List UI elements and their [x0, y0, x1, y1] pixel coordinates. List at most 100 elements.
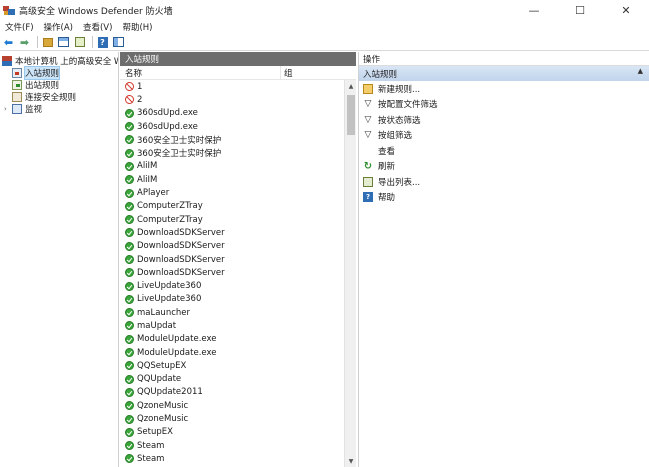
scroll-up-arrow-icon[interactable]: ▲ [345, 80, 357, 92]
table-row[interactable]: QzoneMusic [120, 399, 344, 412]
table-row[interactable]: DownloadSDKServer [120, 266, 344, 279]
show-hide-console-tree-button[interactable] [57, 36, 70, 49]
table-row[interactable]: DownloadSDKServer [120, 240, 344, 253]
menu-view[interactable]: 查看(V) [78, 21, 117, 33]
table-row[interactable]: QQSetupEX [120, 359, 344, 372]
rule-name: ComputerZTray [137, 214, 203, 225]
title-bar: 高级安全 Windows Defender 防火墙 — ☐ ✕ [0, 0, 649, 20]
action-label: 按组筛选 [378, 131, 413, 142]
table-row[interactable]: maUpdat [120, 319, 344, 332]
table-row[interactable]: QQUpdate2011 [120, 386, 344, 399]
table-row[interactable]: 360安全卫士实时保护 [120, 146, 344, 159]
table-row[interactable]: ComputerZTray [120, 200, 344, 213]
monitor-icon [12, 104, 22, 114]
allow-rule-icon [125, 241, 134, 251]
table-row[interactable]: ModuleUpdate.exe [120, 333, 344, 346]
rule-name: ModuleUpdate.exe [137, 347, 217, 358]
rule-name: QQUpdate [137, 374, 182, 385]
rule-name: ModuleUpdate.exe [137, 334, 217, 345]
maximize-button[interactable]: ☐ [557, 0, 603, 20]
table-row[interactable]: AliIM [120, 173, 344, 186]
back-button[interactable]: ⬅ [2, 36, 15, 49]
new-rule-icon [363, 83, 373, 94]
allow-rule-icon [125, 148, 134, 158]
action-item[interactable]: ▽ 按组筛选 [359, 128, 649, 144]
allow-rule-icon [125, 361, 134, 371]
action-pane-icon [113, 37, 124, 47]
table-row[interactable]: SetupEX [120, 426, 344, 439]
table-row[interactable]: APlayer [120, 186, 344, 199]
table-row[interactable]: ComputerZTray [120, 213, 344, 226]
allow-rule-icon [125, 294, 134, 304]
table-row[interactable]: 1 [120, 80, 344, 93]
table-row[interactable]: 360sdUpd.exe [120, 107, 344, 120]
table-row[interactable]: ModuleUpdate.exe [120, 346, 344, 359]
action-label: 查看 [378, 146, 396, 157]
menu-action[interactable]: 操作(A) [39, 21, 78, 33]
column-headers: 名称 组 [120, 65, 356, 80]
export-icon [74, 37, 85, 47]
help-button[interactable]: ? [96, 36, 109, 49]
rule-name: 360安全卫士实时保护 [137, 149, 222, 160]
action-item[interactable]: 查看 [359, 143, 649, 159]
allow-rule-icon [125, 175, 134, 185]
table-row[interactable]: Steam [120, 452, 344, 465]
close-button[interactable]: ✕ [603, 0, 649, 20]
minimize-button[interactable]: — [511, 0, 557, 20]
table-row[interactable]: 2 [120, 93, 344, 106]
table-row[interactable]: LiveUpdate360 [120, 293, 344, 306]
menu-help[interactable]: 帮助(H) [117, 21, 157, 33]
table-row[interactable]: QQUpdate [120, 373, 344, 386]
export-list-icon [363, 176, 373, 187]
table-row[interactable]: Steam [120, 439, 344, 452]
table-row[interactable]: 360安全卫士实时保护 [120, 133, 344, 146]
table-row[interactable]: 360sdUpd.exe [120, 120, 344, 133]
show-action-pane-button[interactable] [112, 36, 125, 49]
scroll-thumb[interactable] [347, 95, 355, 135]
actions-section-label: 入站规则 [363, 69, 398, 80]
allow-rule-icon [125, 374, 134, 384]
table-row[interactable]: maLauncher [120, 306, 344, 319]
table-row[interactable]: AliIM [120, 160, 344, 173]
table-row[interactable]: DownloadSDKServer [120, 253, 344, 266]
tree-item-inbound-rules[interactable]: 入站规则 [0, 66, 118, 80]
export-button[interactable] [73, 36, 86, 49]
action-item[interactable]: ? 帮助 [359, 190, 649, 206]
column-header-group[interactable]: 组 [280, 65, 340, 80]
action-item[interactable]: 新建规则... [359, 81, 649, 97]
view-icon [363, 146, 373, 156]
action-label: 导出列表... [378, 177, 421, 188]
tree-item-outbound-rules[interactable]: 出站规则 [0, 79, 118, 91]
allow-rule-icon [125, 427, 134, 437]
rule-name: AliIM [137, 161, 158, 172]
rule-name: LiveUpdate360 [137, 294, 202, 305]
tree-item-monitor[interactable]: › 监视 [0, 103, 118, 115]
expand-chevron-icon[interactable]: › [4, 105, 11, 113]
menu-bar: 文件(F) 操作(A) 查看(V) 帮助(H) [0, 20, 649, 34]
table-row[interactable]: LiveUpdate360 [120, 279, 344, 292]
forward-button[interactable]: ➡ [18, 36, 31, 49]
help-icon: ? [363, 192, 373, 203]
menu-file[interactable]: 文件(F) [0, 21, 39, 33]
action-item[interactable]: 导出列表... [359, 174, 649, 190]
scroll-down-arrow-icon[interactable]: ▼ [345, 455, 357, 467]
tree-item-connection-security-rules[interactable]: 连接安全规则 [0, 91, 118, 103]
tree-root[interactable]: 本地计算机 上的高级安全 Windows Defender 防火墙 [0, 55, 118, 67]
action-item[interactable]: ▽ 按状态筛选 [359, 112, 649, 128]
vertical-scrollbar[interactable]: ▲ ▼ [344, 80, 356, 467]
rule-name: SetupEX [137, 427, 173, 438]
actions-section-inbound-rules[interactable]: 入站规则 ▲ [359, 66, 649, 81]
filter-icon: ▽ [364, 99, 372, 110]
action-label: 刷新 [378, 162, 396, 173]
allow-rule-icon [125, 228, 134, 238]
refresh-icon: ↻ [363, 160, 373, 172]
up-folder-button[interactable] [41, 36, 54, 49]
collapse-arrow-icon[interactable]: ▲ [638, 67, 643, 75]
table-row[interactable]: DownloadSDKServer [120, 226, 344, 239]
action-item[interactable]: ↻ 刷新 [359, 159, 649, 175]
allow-rule-icon [125, 161, 134, 171]
allow-rule-icon [125, 108, 134, 118]
action-item[interactable]: ▽ 按配置文件筛选 [359, 97, 649, 113]
table-row[interactable]: QzoneMusic [120, 412, 344, 425]
column-header-name[interactable]: 名称 [120, 67, 280, 79]
